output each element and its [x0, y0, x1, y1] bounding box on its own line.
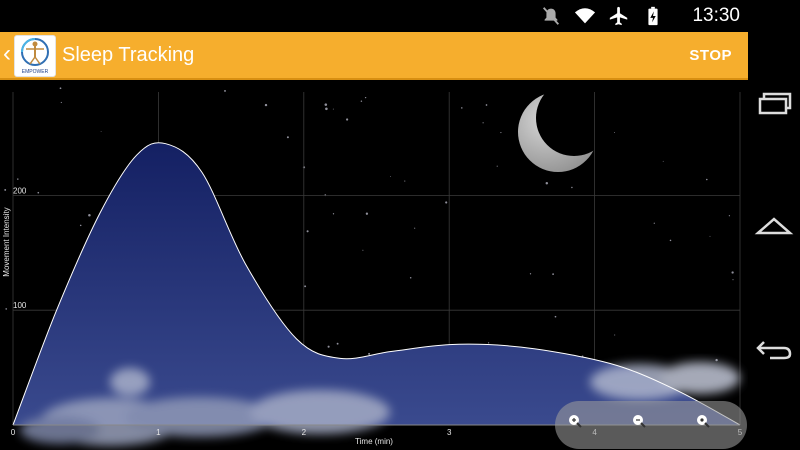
chevron-left-icon[interactable]: ‹	[3, 40, 11, 68]
star	[485, 104, 488, 106]
zoom-reset-icon[interactable]	[693, 411, 713, 431]
star	[728, 215, 731, 217]
back-icon[interactable]	[754, 330, 794, 366]
star	[715, 358, 718, 362]
star	[487, 342, 490, 344]
star	[545, 182, 549, 185]
star	[409, 276, 412, 279]
star	[327, 345, 330, 348]
star	[614, 334, 616, 336]
star	[662, 160, 664, 162]
page-title: Sleep Tracking	[62, 44, 195, 66]
action-bar: ‹ EMPOWER Sleep Tracking STOP	[0, 32, 748, 80]
star	[365, 212, 369, 215]
x-tick-label: 1	[156, 428, 161, 437]
star	[496, 165, 498, 167]
y-tick-label: 100	[13, 301, 27, 310]
star	[332, 213, 335, 215]
star	[500, 132, 502, 134]
x-tick-label: 0	[11, 428, 16, 437]
wifi-icon	[574, 8, 596, 24]
star	[332, 108, 334, 110]
star	[669, 239, 672, 242]
star	[325, 107, 328, 111]
star	[304, 285, 307, 288]
star	[5, 308, 8, 310]
star	[390, 176, 391, 177]
star	[731, 271, 734, 274]
star	[732, 279, 734, 281]
star	[264, 103, 268, 107]
star	[461, 107, 463, 109]
logo-text: EMPOWER	[21, 69, 49, 75]
x-tick-label: 2	[302, 428, 307, 437]
chart-canvas: 012345100200 Time (min) Movement Intensi…	[2, 82, 743, 446]
star	[345, 118, 349, 121]
x-tick-label: 3	[447, 428, 452, 437]
star	[368, 352, 371, 355]
home-icon[interactable]	[754, 207, 794, 243]
star	[614, 132, 616, 134]
vitruvian-logo-icon	[21, 38, 49, 66]
sleep-chart[interactable]: 012345100200 Time (min) Movement Intensi…	[0, 82, 748, 450]
star	[60, 101, 62, 104]
star	[571, 186, 573, 189]
star	[360, 100, 363, 102]
star	[445, 201, 448, 204]
star	[88, 214, 91, 217]
mute-icon	[542, 7, 560, 25]
star	[529, 273, 532, 275]
stop-button[interactable]: STOP	[689, 47, 732, 64]
star	[653, 222, 655, 224]
star	[286, 136, 289, 139]
star	[414, 227, 416, 229]
star	[709, 235, 711, 237]
zoom-controls	[555, 401, 747, 449]
app-logo[interactable]: EMPOWER	[14, 35, 56, 77]
star	[324, 103, 328, 106]
star	[706, 178, 708, 181]
zoom-in-icon[interactable]	[565, 411, 585, 431]
moon-icon	[518, 82, 612, 172]
airplane-icon	[609, 6, 628, 26]
battery-icon	[648, 6, 658, 26]
star	[17, 178, 19, 180]
star	[59, 87, 62, 90]
star	[4, 188, 7, 191]
star	[37, 191, 40, 194]
star	[224, 89, 226, 92]
status-bar: 13:30	[0, 0, 800, 32]
x-axis-label: Time (min)	[355, 437, 393, 446]
navigation-bar	[748, 0, 800, 450]
star	[100, 131, 102, 132]
star	[336, 342, 339, 345]
star	[306, 230, 309, 233]
zoom-out-icon[interactable]	[629, 411, 649, 431]
y-axis-label: Movement Intensity	[2, 207, 11, 276]
star	[364, 96, 367, 99]
star	[554, 315, 557, 318]
star	[79, 224, 82, 227]
recent-apps-icon[interactable]	[754, 86, 794, 122]
star	[482, 122, 484, 124]
y-tick-label: 200	[13, 186, 27, 195]
star	[552, 273, 554, 275]
star	[362, 249, 364, 251]
star	[404, 180, 406, 182]
status-clock: 13:30	[692, 5, 740, 26]
